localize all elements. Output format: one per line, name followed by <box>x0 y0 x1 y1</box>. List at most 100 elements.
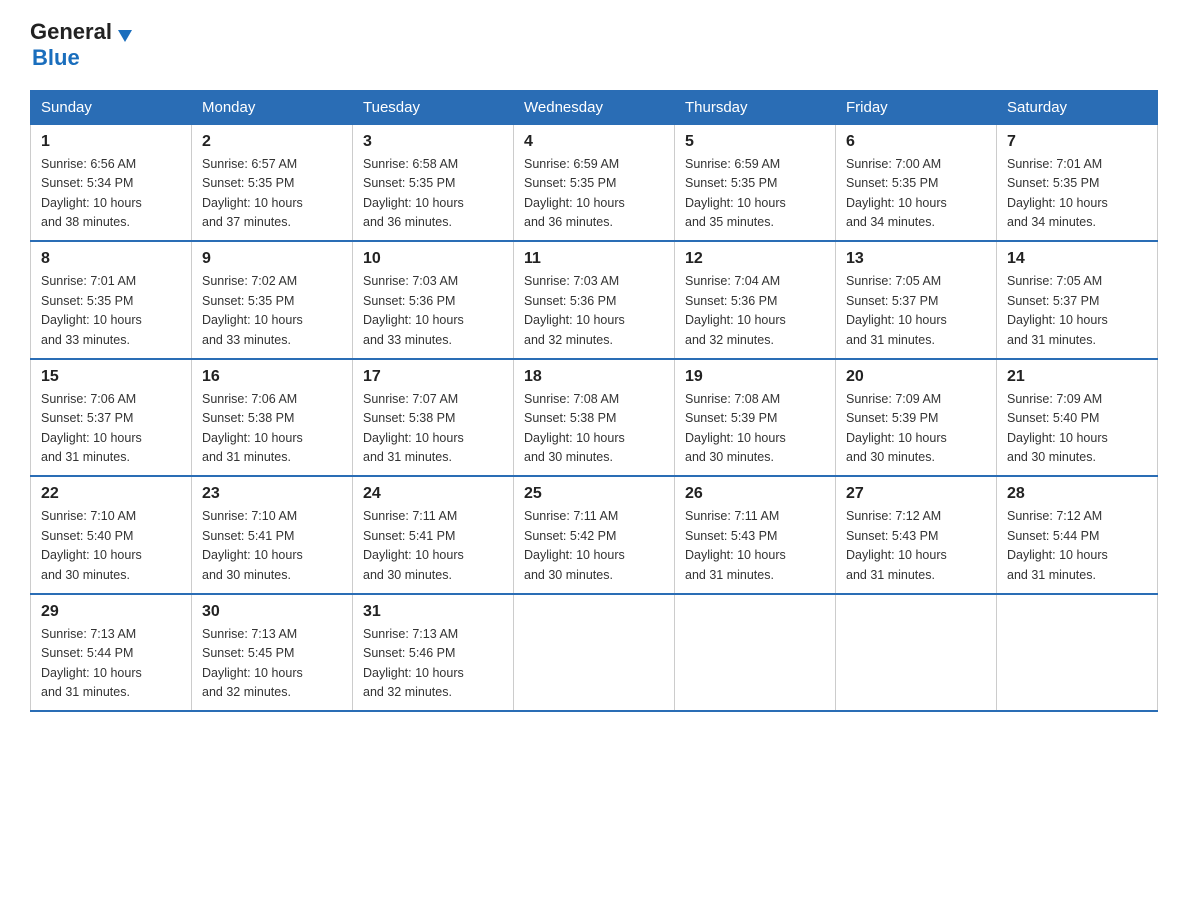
day-number: 5 <box>685 133 825 151</box>
calendar-cell: 6 Sunrise: 7:00 AMSunset: 5:35 PMDayligh… <box>836 124 997 241</box>
calendar-cell <box>675 594 836 712</box>
day-info: Sunrise: 7:03 AMSunset: 5:36 PMDaylight:… <box>524 272 664 350</box>
calendar-table: SundayMondayTuesdayWednesdayThursdayFrid… <box>30 90 1158 713</box>
day-info: Sunrise: 7:07 AMSunset: 5:38 PMDaylight:… <box>363 390 503 468</box>
calendar-cell: 16 Sunrise: 7:06 AMSunset: 5:38 PMDaylig… <box>192 359 353 477</box>
header-tuesday: Tuesday <box>353 90 514 124</box>
day-number: 12 <box>685 250 825 268</box>
day-number: 31 <box>363 603 503 621</box>
day-number: 25 <box>524 485 664 503</box>
calendar-cell: 19 Sunrise: 7:08 AMSunset: 5:39 PMDaylig… <box>675 359 836 477</box>
day-number: 22 <box>41 485 181 503</box>
day-info: Sunrise: 7:13 AMSunset: 5:44 PMDaylight:… <box>41 625 181 703</box>
day-info: Sunrise: 7:06 AMSunset: 5:38 PMDaylight:… <box>202 390 342 468</box>
day-number: 24 <box>363 485 503 503</box>
calendar-cell: 18 Sunrise: 7:08 AMSunset: 5:38 PMDaylig… <box>514 359 675 477</box>
calendar-cell: 30 Sunrise: 7:13 AMSunset: 5:45 PMDaylig… <box>192 594 353 712</box>
calendar-cell: 2 Sunrise: 6:57 AMSunset: 5:35 PMDayligh… <box>192 124 353 241</box>
day-info: Sunrise: 7:11 AMSunset: 5:43 PMDaylight:… <box>685 507 825 585</box>
day-number: 7 <box>1007 133 1147 151</box>
day-number: 17 <box>363 368 503 386</box>
day-number: 3 <box>363 133 503 151</box>
logo-wordmark: General Blue <box>30 20 136 70</box>
header-wednesday: Wednesday <box>514 90 675 124</box>
calendar-week-2: 8 Sunrise: 7:01 AMSunset: 5:35 PMDayligh… <box>31 241 1158 359</box>
calendar-cell: 21 Sunrise: 7:09 AMSunset: 5:40 PMDaylig… <box>997 359 1158 477</box>
calendar-cell: 29 Sunrise: 7:13 AMSunset: 5:44 PMDaylig… <box>31 594 192 712</box>
day-number: 10 <box>363 250 503 268</box>
calendar-cell: 20 Sunrise: 7:09 AMSunset: 5:39 PMDaylig… <box>836 359 997 477</box>
calendar-cell: 3 Sunrise: 6:58 AMSunset: 5:35 PMDayligh… <box>353 124 514 241</box>
day-info: Sunrise: 7:09 AMSunset: 5:40 PMDaylight:… <box>1007 390 1147 468</box>
day-number: 11 <box>524 250 664 268</box>
day-info: Sunrise: 7:10 AMSunset: 5:41 PMDaylight:… <box>202 507 342 585</box>
calendar-cell: 8 Sunrise: 7:01 AMSunset: 5:35 PMDayligh… <box>31 241 192 359</box>
header-thursday: Thursday <box>675 90 836 124</box>
day-number: 30 <box>202 603 342 621</box>
day-number: 19 <box>685 368 825 386</box>
calendar-cell <box>514 594 675 712</box>
day-number: 20 <box>846 368 986 386</box>
day-info: Sunrise: 7:08 AMSunset: 5:39 PMDaylight:… <box>685 390 825 468</box>
calendar-week-5: 29 Sunrise: 7:13 AMSunset: 5:44 PMDaylig… <box>31 594 1158 712</box>
day-number: 13 <box>846 250 986 268</box>
day-info: Sunrise: 6:58 AMSunset: 5:35 PMDaylight:… <box>363 155 503 233</box>
calendar-cell: 4 Sunrise: 6:59 AMSunset: 5:35 PMDayligh… <box>514 124 675 241</box>
day-number: 4 <box>524 133 664 151</box>
day-info: Sunrise: 7:03 AMSunset: 5:36 PMDaylight:… <box>363 272 503 350</box>
day-info: Sunrise: 7:13 AMSunset: 5:46 PMDaylight:… <box>363 625 503 703</box>
day-info: Sunrise: 7:10 AMSunset: 5:40 PMDaylight:… <box>41 507 181 585</box>
day-info: Sunrise: 6:56 AMSunset: 5:34 PMDaylight:… <box>41 155 181 233</box>
day-info: Sunrise: 7:13 AMSunset: 5:45 PMDaylight:… <box>202 625 342 703</box>
day-number: 16 <box>202 368 342 386</box>
calendar-cell: 14 Sunrise: 7:05 AMSunset: 5:37 PMDaylig… <box>997 241 1158 359</box>
day-number: 2 <box>202 133 342 151</box>
day-info: Sunrise: 7:00 AMSunset: 5:35 PMDaylight:… <box>846 155 986 233</box>
logo-blue: Blue <box>32 45 80 70</box>
day-number: 9 <box>202 250 342 268</box>
header-friday: Friday <box>836 90 997 124</box>
calendar-cell: 25 Sunrise: 7:11 AMSunset: 5:42 PMDaylig… <box>514 476 675 594</box>
calendar-week-3: 15 Sunrise: 7:06 AMSunset: 5:37 PMDaylig… <box>31 359 1158 477</box>
day-info: Sunrise: 7:11 AMSunset: 5:41 PMDaylight:… <box>363 507 503 585</box>
calendar-cell: 17 Sunrise: 7:07 AMSunset: 5:38 PMDaylig… <box>353 359 514 477</box>
logo-triangle-icon <box>114 24 136 46</box>
day-number: 15 <box>41 368 181 386</box>
calendar-cell <box>836 594 997 712</box>
day-info: Sunrise: 7:05 AMSunset: 5:37 PMDaylight:… <box>846 272 986 350</box>
calendar-cell: 27 Sunrise: 7:12 AMSunset: 5:43 PMDaylig… <box>836 476 997 594</box>
day-info: Sunrise: 7:11 AMSunset: 5:42 PMDaylight:… <box>524 507 664 585</box>
logo-general: General <box>30 19 112 44</box>
day-number: 27 <box>846 485 986 503</box>
calendar-cell: 12 Sunrise: 7:04 AMSunset: 5:36 PMDaylig… <box>675 241 836 359</box>
calendar-cell: 5 Sunrise: 6:59 AMSunset: 5:35 PMDayligh… <box>675 124 836 241</box>
header-saturday: Saturday <box>997 90 1158 124</box>
calendar-week-1: 1 Sunrise: 6:56 AMSunset: 5:34 PMDayligh… <box>31 124 1158 241</box>
day-number: 28 <box>1007 485 1147 503</box>
calendar-week-4: 22 Sunrise: 7:10 AMSunset: 5:40 PMDaylig… <box>31 476 1158 594</box>
calendar-cell: 13 Sunrise: 7:05 AMSunset: 5:37 PMDaylig… <box>836 241 997 359</box>
day-number: 21 <box>1007 368 1147 386</box>
calendar-cell: 9 Sunrise: 7:02 AMSunset: 5:35 PMDayligh… <box>192 241 353 359</box>
day-info: Sunrise: 7:12 AMSunset: 5:43 PMDaylight:… <box>846 507 986 585</box>
header-monday: Monday <box>192 90 353 124</box>
calendar-cell: 7 Sunrise: 7:01 AMSunset: 5:35 PMDayligh… <box>997 124 1158 241</box>
logo: General Blue <box>30 20 136 70</box>
calendar-cell: 31 Sunrise: 7:13 AMSunset: 5:46 PMDaylig… <box>353 594 514 712</box>
day-number: 1 <box>41 133 181 151</box>
calendar-cell <box>997 594 1158 712</box>
day-info: Sunrise: 7:12 AMSunset: 5:44 PMDaylight:… <box>1007 507 1147 585</box>
day-info: Sunrise: 7:06 AMSunset: 5:37 PMDaylight:… <box>41 390 181 468</box>
day-number: 18 <box>524 368 664 386</box>
day-number: 6 <box>846 133 986 151</box>
header-sunday: Sunday <box>31 90 192 124</box>
day-info: Sunrise: 7:02 AMSunset: 5:35 PMDaylight:… <box>202 272 342 350</box>
calendar-cell: 23 Sunrise: 7:10 AMSunset: 5:41 PMDaylig… <box>192 476 353 594</box>
day-info: Sunrise: 6:57 AMSunset: 5:35 PMDaylight:… <box>202 155 342 233</box>
day-info: Sunrise: 6:59 AMSunset: 5:35 PMDaylight:… <box>524 155 664 233</box>
calendar-cell: 11 Sunrise: 7:03 AMSunset: 5:36 PMDaylig… <box>514 241 675 359</box>
day-info: Sunrise: 7:01 AMSunset: 5:35 PMDaylight:… <box>1007 155 1147 233</box>
day-info: Sunrise: 7:09 AMSunset: 5:39 PMDaylight:… <box>846 390 986 468</box>
calendar-cell: 26 Sunrise: 7:11 AMSunset: 5:43 PMDaylig… <box>675 476 836 594</box>
calendar-cell: 28 Sunrise: 7:12 AMSunset: 5:44 PMDaylig… <box>997 476 1158 594</box>
